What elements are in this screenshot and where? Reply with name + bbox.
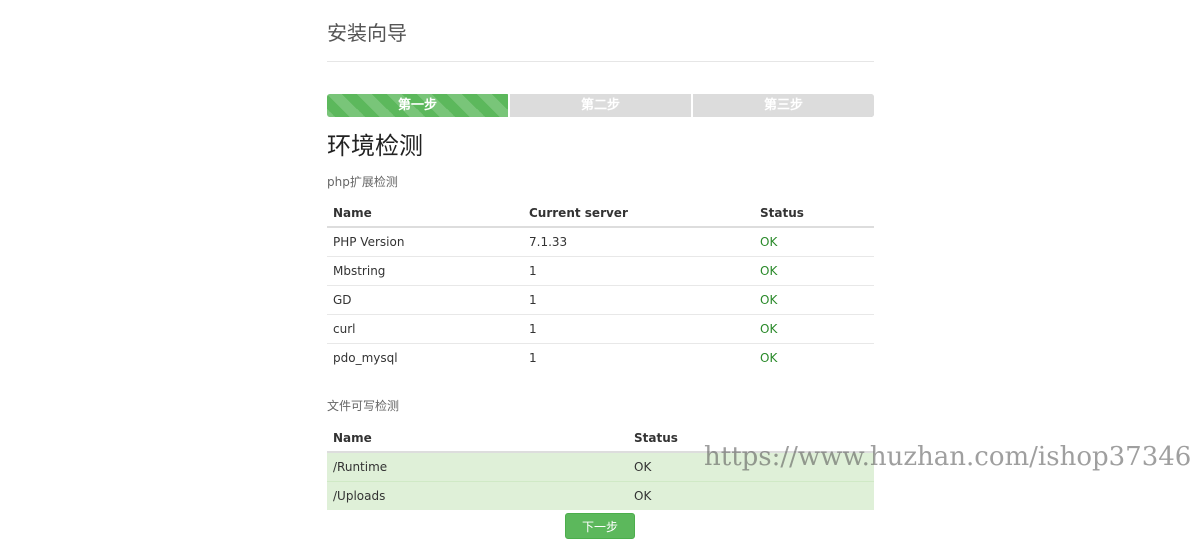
install-wizard: 安装向导 第一步 第二步 第三步 环境检测 php扩展检测 Name Curre…	[327, 0, 874, 510]
cell-name: pdo_mysql	[333, 351, 398, 365]
cell-status: OK	[754, 314, 874, 344]
cell-status: OK	[754, 227, 874, 257]
cell-value: 7.1.33	[523, 227, 754, 257]
column-header-name: Name	[327, 200, 523, 228]
step-2: 第二步	[510, 94, 693, 117]
cell-name: /Runtime	[327, 452, 628, 482]
actions-bar: 下一步	[565, 513, 635, 539]
step-progress-bar: 第一步 第二步 第三步	[327, 94, 874, 117]
step-3: 第三步	[693, 94, 874, 117]
next-step-button[interactable]: 下一步	[565, 513, 635, 539]
table-row: GD 1 OK	[327, 285, 874, 315]
cell-value: 1	[529, 351, 537, 365]
table-row: Mbstring 1 OK	[327, 256, 874, 286]
cell-name: /Uploads	[327, 481, 628, 510]
table-row: PHP Version 7.1.33 OK	[327, 227, 874, 257]
table-header-row: Name Current server Status	[327, 200, 874, 228]
cell-value: 1	[523, 285, 754, 315]
cell-value: 1	[523, 314, 754, 344]
cell-value: 1	[523, 256, 754, 286]
cell-status: OK	[754, 256, 874, 286]
cell-status: OK	[754, 285, 874, 315]
cell-name: GD	[327, 285, 523, 315]
cell-name: Mbstring	[327, 256, 523, 286]
table-row: curl 1 OK	[327, 314, 874, 344]
watermark-text: https://www.huzhan.com/ishop37346	[704, 442, 1192, 472]
table-row: /Uploads OK	[327, 481, 874, 510]
cell-status: OK	[628, 481, 874, 510]
cell-status: OK	[760, 351, 778, 365]
column-header-name: Name	[327, 425, 628, 453]
php-extensions-title: php扩展检测	[327, 175, 398, 189]
title-divider	[327, 61, 874, 62]
column-header-current-server: Current server	[523, 200, 754, 228]
column-header-status: Status	[754, 200, 874, 228]
step-1: 第一步	[327, 94, 510, 117]
page-title: 安装向导	[327, 21, 407, 45]
cell-name: curl	[327, 314, 523, 344]
cell-name: PHP Version	[327, 227, 523, 257]
writable-check-title: 文件可写检测	[327, 399, 400, 413]
php-extensions-table: Name Current server Status PHP Version 7…	[327, 200, 874, 372]
table-row: pdo_mysql 1 OK	[327, 344, 874, 373]
section-title: 环境检测	[327, 132, 423, 160]
